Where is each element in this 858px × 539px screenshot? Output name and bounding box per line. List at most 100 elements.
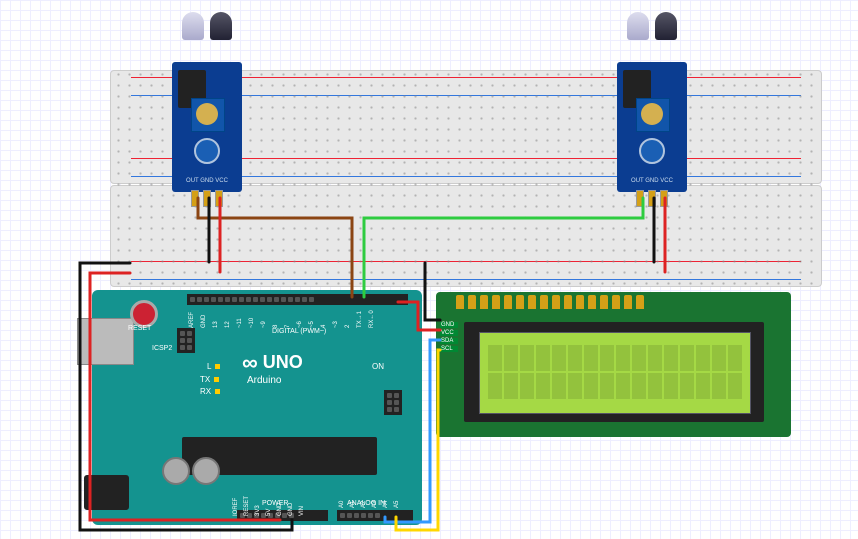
lcd-cell xyxy=(696,373,710,399)
lcd-cell xyxy=(712,373,726,399)
lcd-cell xyxy=(552,373,566,399)
ir2-pin-vcc-label: VCC xyxy=(660,178,673,184)
reset-label: RESET xyxy=(128,325,151,332)
lcd-cell xyxy=(664,345,678,371)
reset-button[interactable] xyxy=(130,300,158,328)
lcd-cell xyxy=(632,373,646,399)
lcd-cell xyxy=(488,373,502,399)
arduino-logo: ∞ UNO xyxy=(242,350,303,376)
pin-label: ~6 xyxy=(297,321,303,328)
pin-label: A0 xyxy=(339,501,345,508)
lcd-gnd-label: GND xyxy=(440,322,458,328)
pin-label: RX←0 xyxy=(369,310,375,328)
pin-label: TX→1 xyxy=(357,311,363,328)
led-icon xyxy=(214,377,219,382)
lcd-bezel xyxy=(464,322,764,422)
pin-label: A2 xyxy=(361,501,367,508)
pin-label: ~5 xyxy=(309,321,315,328)
fritzing-canvas: // generate dot rows later after data lo… xyxy=(0,0,858,539)
analog-header[interactable] xyxy=(337,510,413,521)
led-icon xyxy=(215,389,220,394)
rx-led-label: RX xyxy=(200,387,211,396)
lcd-cell xyxy=(648,373,662,399)
tx-led-label: TX xyxy=(200,375,210,384)
capacitor-icon xyxy=(192,457,220,485)
arduino-subtitle: Arduino xyxy=(247,375,281,386)
pin-label: A1 xyxy=(350,501,356,508)
ir-receiver-led-icon xyxy=(210,12,232,40)
pin-label: A5 xyxy=(394,501,400,508)
capacitor-icon xyxy=(162,457,190,485)
ir2-pin-out-label: OUT xyxy=(631,178,644,184)
lcd-i2c-header[interactable]: GND VCC SDA SCL xyxy=(440,322,458,352)
lcd-cell xyxy=(680,373,694,399)
on-led-label: ON xyxy=(372,362,384,371)
ir-indicator-led-icon xyxy=(639,138,665,164)
lcd-cell xyxy=(616,373,630,399)
ir2-pin-gnd-label: GND xyxy=(645,178,658,184)
pin-label: ~10 xyxy=(249,318,255,328)
pin-label: 12 xyxy=(225,321,231,328)
icsp-header[interactable] xyxy=(384,390,402,415)
lcd-parallel-pins xyxy=(456,295,644,309)
lcd-cell xyxy=(712,345,726,371)
lcd-cell xyxy=(568,345,582,371)
digital-section-label: DIGITAL (PWM~) xyxy=(272,328,326,335)
ir1-pin-vcc-label: VCC xyxy=(215,178,228,184)
lcd-cell xyxy=(616,345,630,371)
lcd-cell xyxy=(632,345,646,371)
lcd-cell xyxy=(600,345,614,371)
ir-sensor-right: OUT GND VCC xyxy=(617,12,687,177)
lcd-sda-label: SDA xyxy=(440,338,458,344)
pin-label: ~3 xyxy=(333,321,339,328)
lcd-16x2-i2c: GND VCC SDA SCL xyxy=(436,292,791,437)
lcd-cell xyxy=(728,373,742,399)
digital-header[interactable] xyxy=(187,294,408,305)
lcd-cell xyxy=(536,345,550,371)
lcd-cell xyxy=(488,345,502,371)
ir1-pin-out-label: OUT xyxy=(186,178,199,184)
arduino-uno: RESET ICSP2 DIGITAL (PWM~) POWER ANALOG … xyxy=(92,290,422,525)
lcd-cell xyxy=(520,345,534,371)
lcd-vcc-label: VCC xyxy=(440,330,458,336)
lcd-cell xyxy=(600,373,614,399)
pin-label: 8 xyxy=(273,325,279,328)
lcd-scl-label: SCL xyxy=(440,346,458,352)
lcd-cell xyxy=(520,373,534,399)
lcd-cell xyxy=(728,345,742,371)
ir-potentiometer[interactable] xyxy=(636,98,670,132)
lcd-cell xyxy=(536,373,550,399)
lcd-cell xyxy=(584,373,598,399)
ir1-header-pins xyxy=(172,190,242,207)
ir-indicator-led-icon xyxy=(194,138,220,164)
lcd-cell xyxy=(648,345,662,371)
ir1-pin-gnd-label: GND xyxy=(200,178,213,184)
icsp2-header[interactable] xyxy=(177,328,195,353)
led-icon xyxy=(215,364,220,369)
lcd-cell xyxy=(584,345,598,371)
lcd-cell xyxy=(680,345,694,371)
pin-label: 2 xyxy=(345,325,351,328)
board-name: UNO xyxy=(263,352,303,372)
ir-receiver-led-icon xyxy=(655,12,677,40)
ir-potentiometer[interactable] xyxy=(191,98,225,132)
lcd-cell xyxy=(568,373,582,399)
infinity-icon: ∞ xyxy=(242,350,258,376)
pin-label: ~11 xyxy=(237,318,243,328)
lcd-character-grid xyxy=(488,345,742,399)
pin-label: VIN xyxy=(299,506,321,516)
lcd-cell xyxy=(504,373,518,399)
l-led-label: L xyxy=(207,362,211,371)
power-jack-icon[interactable] xyxy=(84,475,129,510)
icsp2-label: ICSP2 xyxy=(152,345,172,352)
lcd-cell xyxy=(552,345,566,371)
ir-pcb: OUT GND VCC xyxy=(172,62,242,192)
lcd-cell xyxy=(504,345,518,371)
pin-label: 4 xyxy=(321,325,327,328)
ir-emitter-led-icon xyxy=(627,12,649,40)
usb-port-icon[interactable] xyxy=(77,318,134,365)
pin-label: A4 xyxy=(383,501,389,508)
ir-emitter-led-icon xyxy=(182,12,204,40)
ir-pcb: OUT GND VCC xyxy=(617,62,687,192)
ir-sensor-left: OUT GND VCC xyxy=(172,12,242,177)
